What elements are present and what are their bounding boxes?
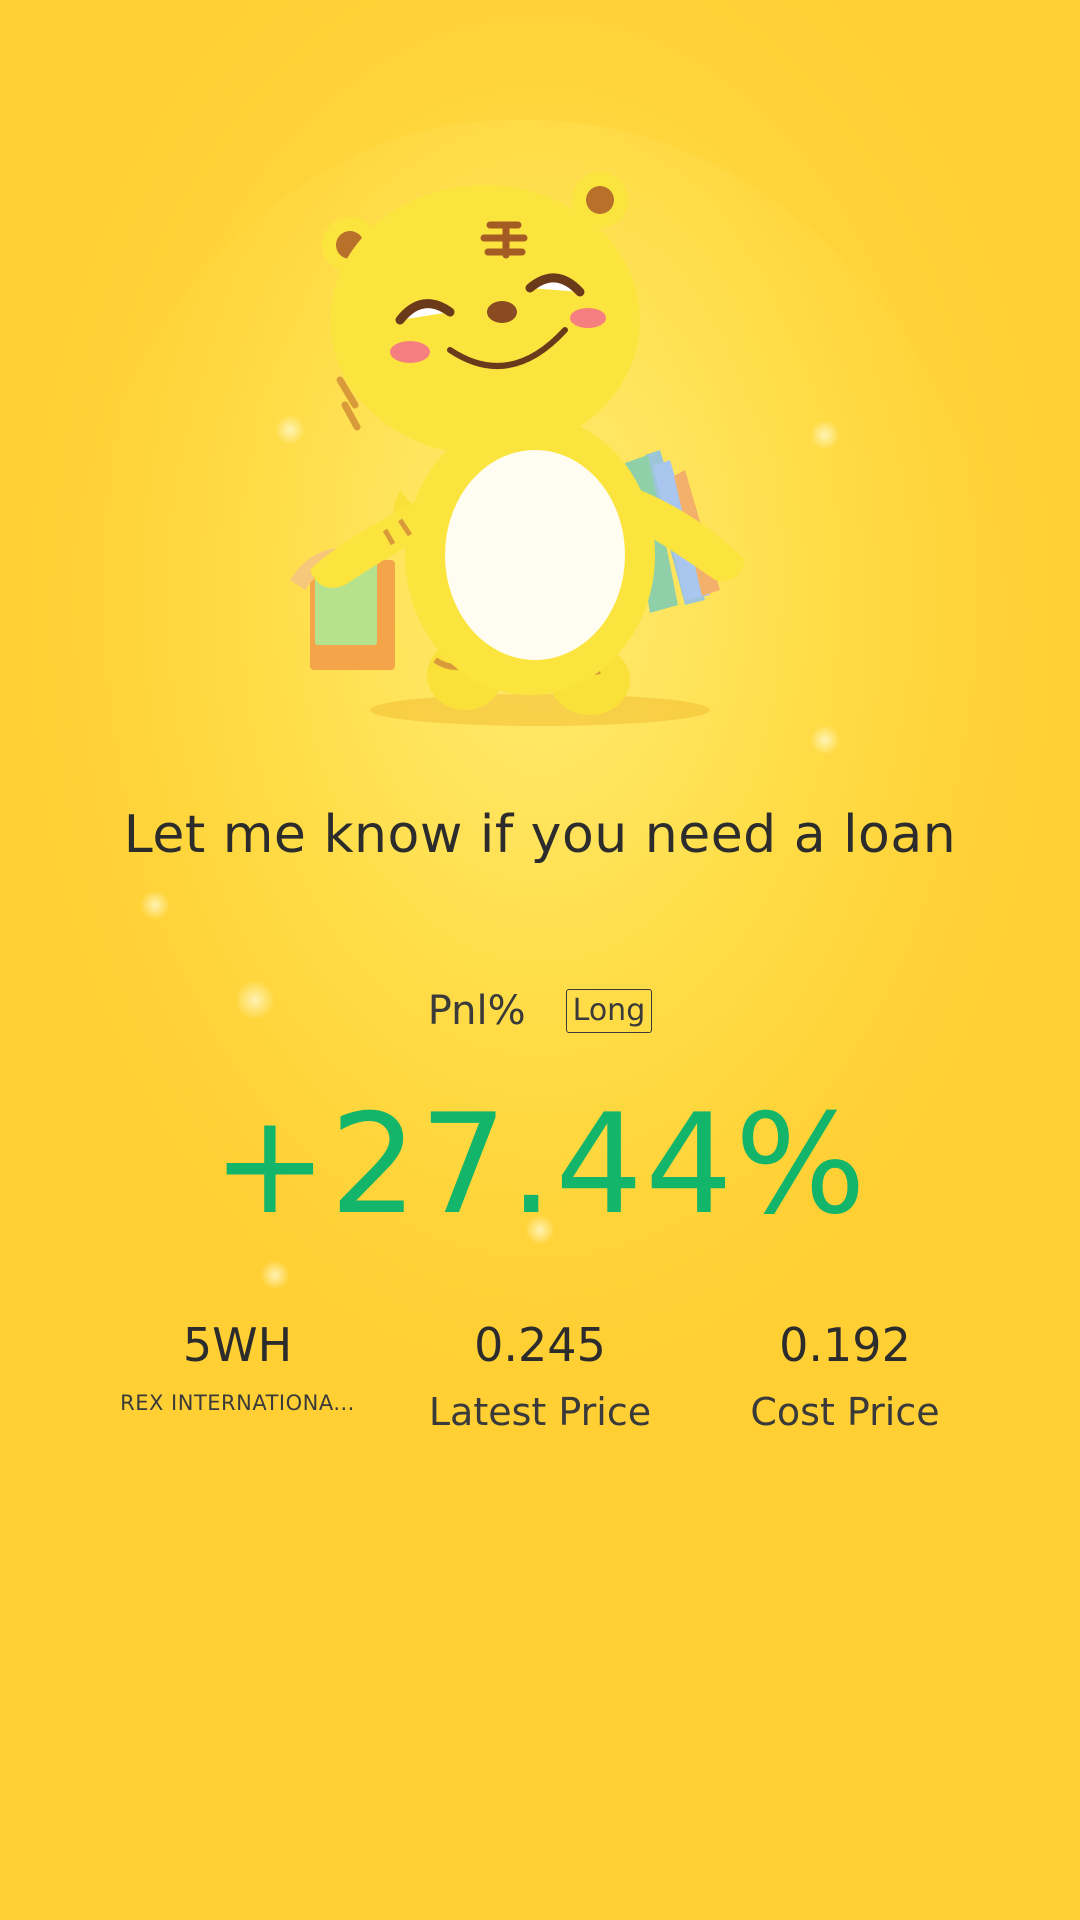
position-type-badge: Long — [565, 989, 653, 1033]
stock-symbol-stat: 5WH REX INTERNATIONA... — [90, 1315, 385, 1423]
stock-symbol: 5WH — [182, 1318, 293, 1372]
cost-price-label: Cost Price — [750, 1390, 940, 1434]
tiger-mascot-with-shopping-bags-icon — [290, 172, 745, 726]
page-title: Let me know if you need a loan — [123, 805, 957, 865]
latest-price-stat: 0.245 Latest Price — [390, 1315, 690, 1437]
pnl-percentage-value: +27.44% — [212, 1084, 868, 1245]
cost-price-value: 0.192 — [779, 1318, 911, 1372]
latest-price-value: 0.245 — [474, 1318, 606, 1372]
sparkle-decoration — [810, 725, 840, 755]
pnl-header: Pnl% Long — [0, 988, 1080, 1034]
sparkle-decoration — [140, 890, 170, 920]
sparkle-decoration — [260, 1260, 290, 1290]
pnl-label: Pnl% — [427, 988, 526, 1034]
latest-price-label: Latest Price — [428, 1390, 652, 1434]
company-name: REX INTERNATIONA... — [120, 1391, 355, 1415]
cost-price-stat: 0.192 Cost Price — [695, 1315, 995, 1437]
sparkle-decoration — [810, 420, 840, 450]
